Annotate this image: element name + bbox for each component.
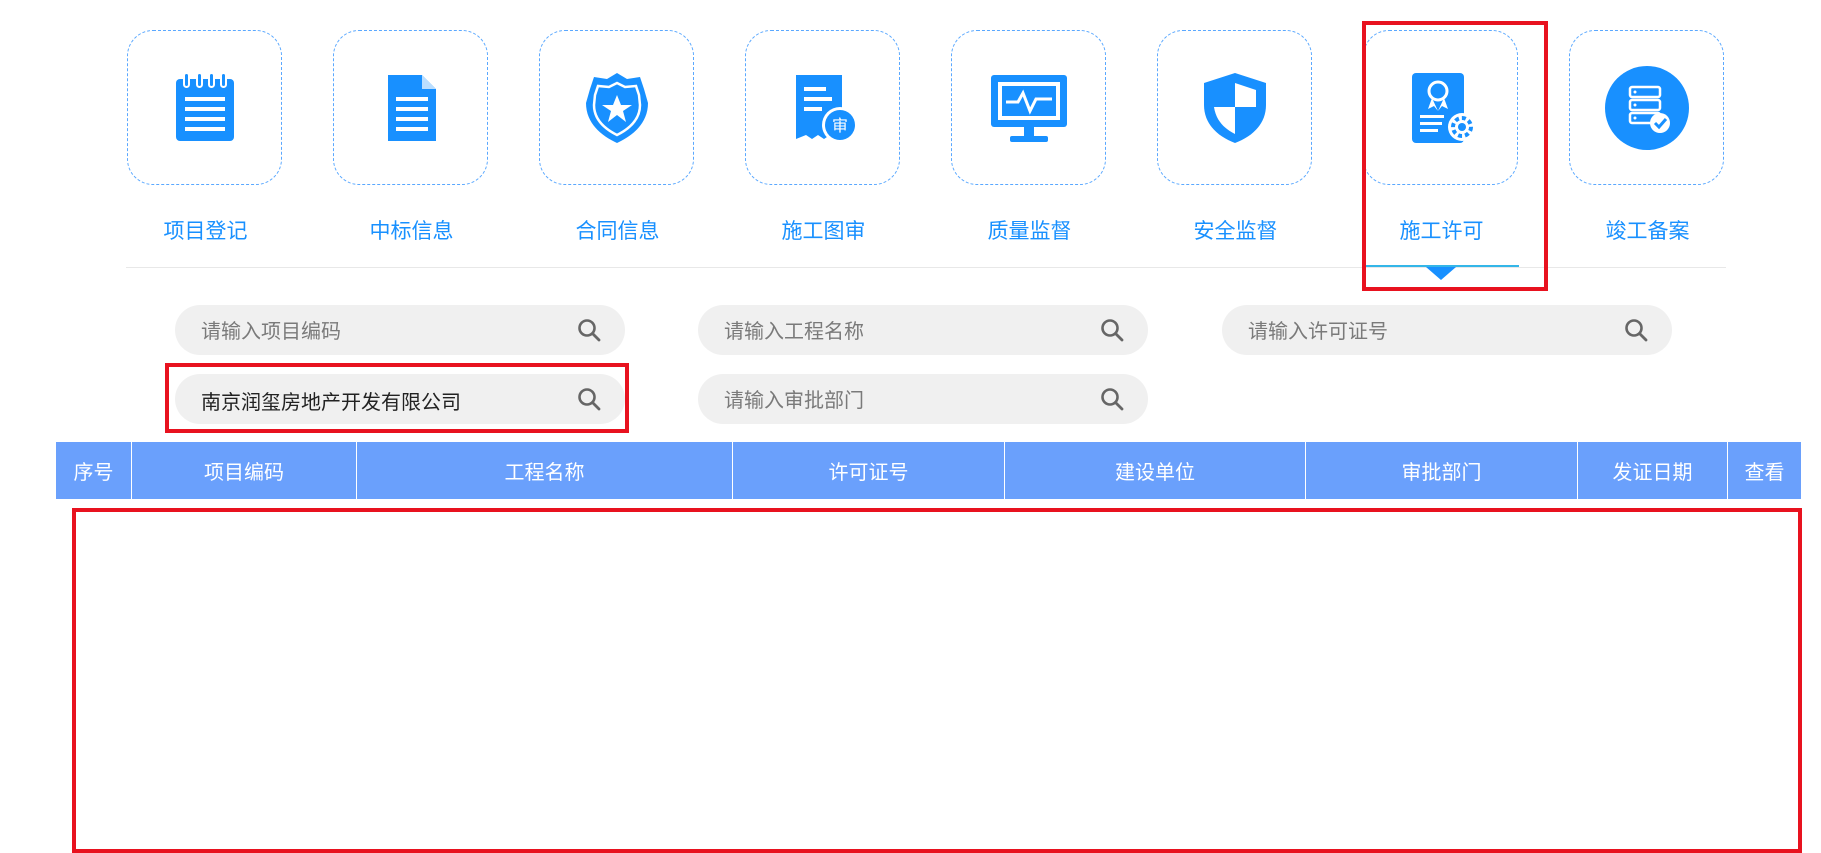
nav-card[interactable] [951,30,1106,185]
nav-card[interactable] [539,30,694,185]
col-header-issue-date: 发证日期 [1578,442,1728,499]
document-icon [387,74,436,141]
col-header-project-code: 项目编码 [132,442,357,499]
server-check-icon [1604,65,1689,150]
search-project-name [698,305,1148,357]
permit-no-input[interactable] [1246,305,1610,357]
nav-item-label: 安全监督 [1193,219,1278,243]
nav-item-drawing-review[interactable]: 审 施工图审 [745,30,902,245]
nav-item-label: 项目登记 [163,219,248,243]
col-header-builder: 建设单位 [1005,442,1306,499]
nav-item-bid-info[interactable]: 中标信息 [333,30,490,245]
nav-item-label: 施工图审 [781,219,866,243]
nav-item-completion-filing[interactable]: 竣工备案 [1569,30,1726,245]
col-header-permit-no: 许可证号 [733,442,1005,499]
col-header-approval-dept: 审批部门 [1306,442,1578,499]
highlight-active-tab [1362,21,1548,291]
search-icon[interactable] [577,318,601,342]
search-icon[interactable] [1100,318,1124,342]
col-header-index: 序号 [56,442,132,499]
approval-dept-input[interactable] [722,374,1086,426]
nav-item-contract-info[interactable]: 合同信息 [539,30,696,245]
nav-card[interactable]: 审 [745,30,900,185]
receipt-review-icon: 审 [795,74,858,143]
project-name-input[interactable] [722,305,1086,357]
nav-item-label: 合同信息 [575,219,660,243]
nav-card[interactable] [127,30,282,185]
shield-icon [1203,72,1266,143]
nav-item-safety-supervision[interactable]: 安全监督 [1157,30,1314,245]
search-icon[interactable] [1624,318,1648,342]
badge-star-icon [585,72,648,143]
nav-item-label: 中标信息 [369,219,454,243]
project-code-input[interactable] [199,305,563,357]
nav-item-label: 质量监督 [987,219,1072,243]
nav-card[interactable] [1569,30,1724,185]
search-project-code [175,305,625,357]
svg-text:审: 审 [831,116,847,135]
nav-item-label: 竣工备案 [1605,219,1690,243]
highlight-builder-search [165,363,629,433]
col-header-project-name: 工程名称 [357,442,733,499]
nav-item-project-registration[interactable]: 项目登记 [127,30,284,245]
nav-item-quality-supervision[interactable]: 质量监督 [951,30,1108,245]
search-permit-no [1222,305,1672,357]
search-icon[interactable] [1100,387,1124,411]
col-header-view: 查看 [1744,460,1785,484]
nav-card[interactable] [1157,30,1312,185]
highlight-empty-results [72,508,1802,853]
search-approval-dept [698,374,1148,426]
table-header: 序号 项目编码 工程名称 许可证号 建设单位 审批部门 发证日期 查看 [56,442,1801,499]
monitor-pulse-icon [990,74,1067,142]
notepad-icon [175,71,234,141]
nav-card[interactable] [333,30,488,185]
